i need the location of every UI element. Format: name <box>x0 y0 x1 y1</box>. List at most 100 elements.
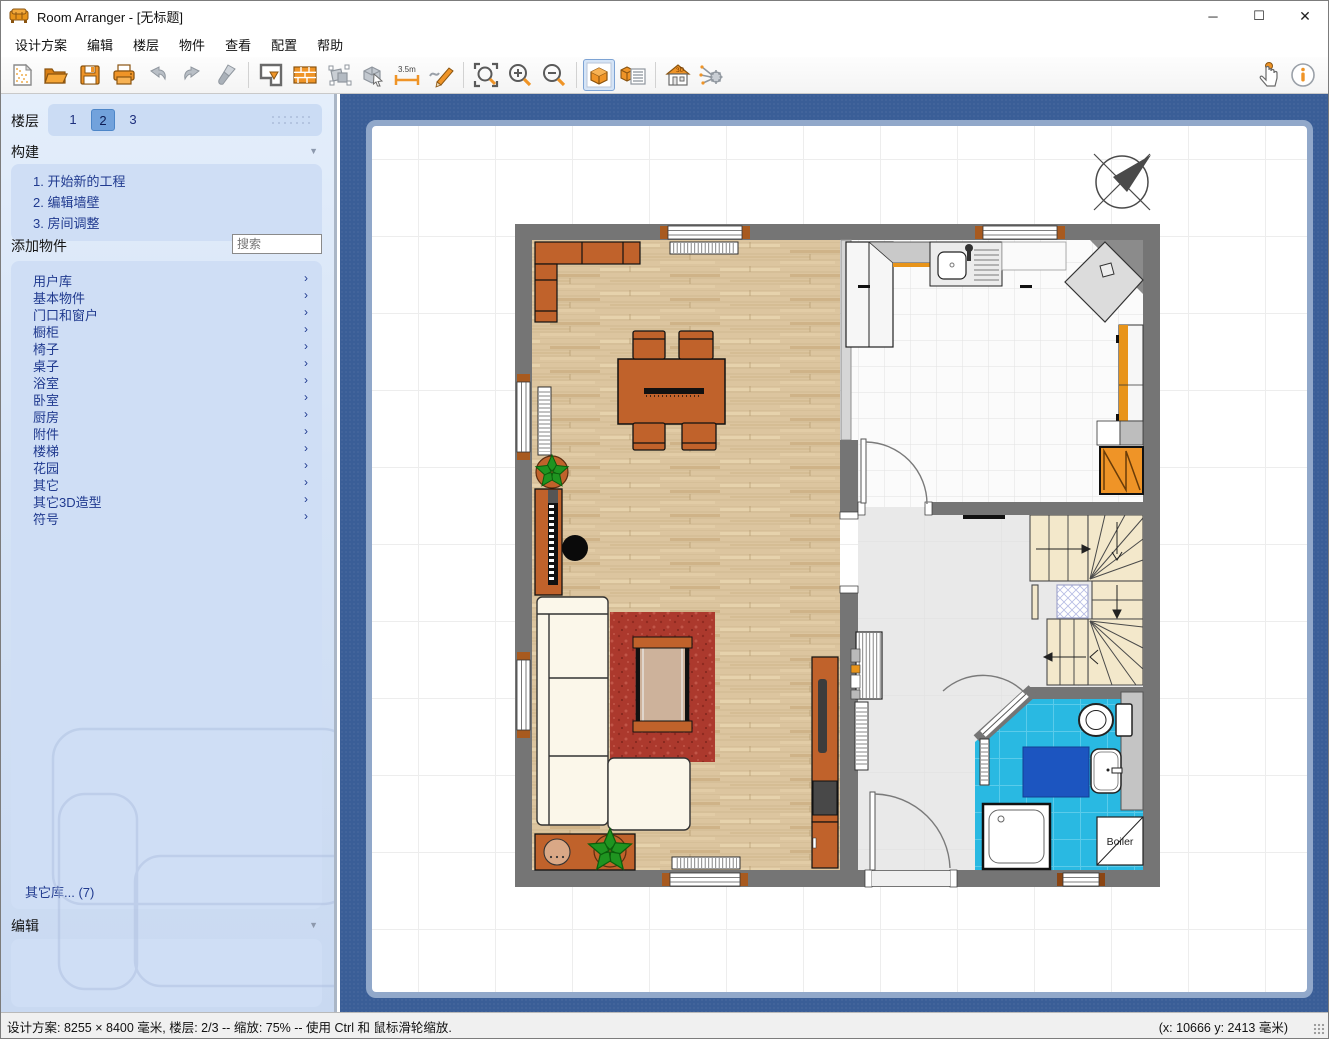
save-button[interactable] <box>74 59 106 91</box>
edit-section-header[interactable]: 编辑 ▼ <box>1 916 334 936</box>
tv-cabinet[interactable] <box>812 657 838 868</box>
menu-item-5[interactable]: 查看 <box>215 32 261 57</box>
box-select-button[interactable] <box>357 59 389 91</box>
open-folder-icon <box>43 63 69 87</box>
new-document-button[interactable] <box>6 59 38 91</box>
washbasin[interactable] <box>1091 749 1122 793</box>
threshold-mark <box>963 515 1005 519</box>
pouf[interactable] <box>544 839 570 865</box>
floor-button-1[interactable]: 1 <box>61 109 85 131</box>
refrigerator[interactable] <box>1100 447 1143 494</box>
measure-button[interactable]: 3.5m <box>391 59 423 91</box>
coffee-table[interactable] <box>633 637 692 732</box>
resize-grip[interactable] <box>1313 1023 1325 1035</box>
view-3d-button[interactable] <box>583 59 615 91</box>
menu-item-6[interactable]: 配置 <box>261 32 307 57</box>
category-item-7[interactable]: 浴室› <box>11 373 322 390</box>
plan-page[interactable]: Boiler <box>366 120 1313 998</box>
minimize-button[interactable]: ─ <box>1190 1 1236 31</box>
side-table[interactable] <box>535 829 635 873</box>
draw-wall-button[interactable] <box>425 59 457 91</box>
category-item-14[interactable]: 其它3D造型› <box>11 492 322 509</box>
category-item-5[interactable]: 椅子› <box>11 339 322 356</box>
tall-cabinet[interactable] <box>846 242 893 347</box>
print-button[interactable] <box>108 59 140 91</box>
light-rays-button[interactable] <box>696 59 728 91</box>
floor-button-2[interactable]: 2 <box>91 109 115 131</box>
hand-pointer-button[interactable] <box>1253 59 1285 91</box>
window-bottom-bathroom <box>1057 873 1105 886</box>
counter-end-white[interactable] <box>1097 421 1120 445</box>
category-item-12[interactable]: 花园› <box>11 458 322 475</box>
category-item-4[interactable]: 橱柜› <box>11 322 322 339</box>
chevron-right-icon: › <box>304 424 308 438</box>
toilet[interactable] <box>1079 704 1132 736</box>
zoom-fit-icon <box>472 61 500 89</box>
toolbar: 3.5m <box>1 57 1328 94</box>
category-item-15[interactable]: 符号› <box>11 509 322 526</box>
build-step-3[interactable]: 3. 房间调整 <box>11 212 322 233</box>
category-item-10[interactable]: 附件› <box>11 424 322 441</box>
menu-item-4[interactable]: 物件 <box>169 32 215 57</box>
category-item-2[interactable]: 基本物件› <box>11 288 322 305</box>
redo-button[interactable] <box>176 59 208 91</box>
room-walls-button[interactable] <box>255 59 287 91</box>
piano-stool[interactable] <box>562 535 588 561</box>
hall-shelf[interactable] <box>851 632 882 699</box>
collapse-triangle-icon[interactable]: ▼ <box>309 146 318 156</box>
compass-rose[interactable] <box>1094 154 1151 210</box>
category-item-11[interactable]: 楼梯› <box>11 441 322 458</box>
category-item-6[interactable]: 桌子› <box>11 356 322 373</box>
zoom-in-button[interactable] <box>504 59 536 91</box>
svg-text:3D: 3D <box>676 66 686 74</box>
toolbar-separator <box>463 62 464 88</box>
undo-button[interactable] <box>142 59 174 91</box>
build-step-2[interactable]: 2. 编辑墙壁 <box>11 191 322 212</box>
piano[interactable] <box>535 489 562 595</box>
counter-under-window[interactable] <box>1002 242 1066 270</box>
menu-item-3[interactable]: 楼层 <box>123 32 169 57</box>
category-item-13[interactable]: 其它› <box>11 475 322 492</box>
shower-tray[interactable] <box>983 804 1050 869</box>
other-libraries-link[interactable]: 其它库... (7) <box>25 882 94 901</box>
chevron-right-icon: › <box>304 271 308 285</box>
close-button[interactable]: ✕ <box>1282 1 1328 31</box>
zoom-out-icon <box>540 61 568 89</box>
category-item-8[interactable]: 卧室› <box>11 390 322 407</box>
radiator-bottom-living <box>672 857 740 869</box>
status-info: 设计方案: 8255 × 8400 毫米, 楼层: 2/3 -- 缩放: 75%… <box>7 1017 452 1036</box>
house-3d-button[interactable]: 3D <box>662 59 694 91</box>
boiler[interactable]: Boiler <box>1097 817 1143 865</box>
counter-end-gray[interactable] <box>1120 421 1143 445</box>
category-item-1[interactable]: 用户库› <box>11 271 322 288</box>
zoom-fit-button[interactable] <box>470 59 502 91</box>
menu-item-1[interactable]: 设计方案 <box>5 32 77 57</box>
dining-table[interactable] <box>618 359 725 424</box>
right-wall-counter[interactable] <box>1116 325 1143 422</box>
collapse-triangle-icon[interactable]: ▼ <box>309 920 318 930</box>
chevron-right-icon: › <box>304 492 308 506</box>
front-door-opening <box>872 871 950 886</box>
select-objects-button[interactable] <box>323 59 355 91</box>
menu-item-2[interactable]: 编辑 <box>77 32 123 57</box>
object-list-button[interactable] <box>617 59 649 91</box>
build-section-header[interactable]: 构建 ▼ <box>1 142 334 162</box>
drawing-canvas[interactable]: Boiler <box>340 94 1328 1013</box>
kitchen-sink[interactable] <box>930 242 1002 286</box>
category-item-9[interactable]: 厨房› <box>11 407 322 424</box>
floors-drag-handle[interactable] <box>270 114 312 127</box>
category-item-3[interactable]: 门口和窗户› <box>11 305 322 322</box>
maximize-button[interactable]: ☐ <box>1236 1 1282 31</box>
brick-wall-button[interactable] <box>289 59 321 91</box>
build-step-1[interactable]: 1. 开始新的工程 <box>11 170 322 191</box>
format-brush-button[interactable] <box>210 59 242 91</box>
zoom-out-button[interactable] <box>538 59 570 91</box>
bath-mat[interactable] <box>1023 747 1089 797</box>
open-folder-button[interactable] <box>40 59 72 91</box>
menu-item-7[interactable]: 帮助 <box>307 32 353 57</box>
info-button[interactable] <box>1287 59 1319 91</box>
floor-button-3[interactable]: 3 <box>121 109 145 131</box>
new-document-icon <box>10 63 34 87</box>
search-input[interactable] <box>232 234 322 254</box>
tv-screen <box>818 679 827 753</box>
